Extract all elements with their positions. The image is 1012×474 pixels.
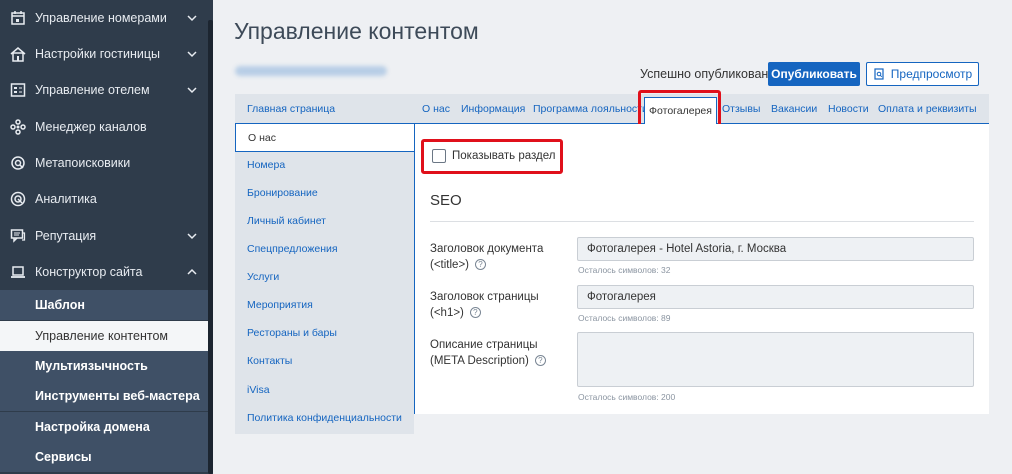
- site-url-blurred: [235, 66, 387, 76]
- sidebar-scrollbar[interactable]: [208, 20, 213, 474]
- preview-button-label: Предпросмотр: [890, 67, 973, 81]
- sidebar-item-hotel-settings[interactable]: Настройки гостиницы: [0, 36, 208, 72]
- chevron-down-icon: [187, 15, 197, 22]
- sidebar-item-label: Репутация: [35, 229, 97, 243]
- meta-description-label-line2: (META Description): [430, 355, 529, 367]
- publish-status: Успешно опубликовано: [640, 67, 776, 81]
- tab-reviews[interactable]: Отзывы: [722, 103, 760, 115]
- meta-description-hint: Осталось символов: 200: [578, 392, 676, 402]
- page-link[interactable]: Мероприятия: [247, 299, 313, 311]
- preview-button[interactable]: Предпросмотр: [866, 62, 979, 86]
- sidebar-item-label: Управление отелем: [35, 83, 150, 97]
- page-link[interactable]: Личный кабинет: [247, 215, 326, 227]
- sidebar-item-label: Настройки гостиницы: [35, 47, 160, 61]
- chevron-down-icon: [187, 233, 197, 240]
- tab-vacancies[interactable]: Вакансии: [771, 103, 817, 115]
- sidebar-subitem-multilanguage[interactable]: Мультиязычность: [0, 351, 208, 381]
- doc-title-label: Заголовок документа (<title>)?: [430, 241, 543, 273]
- chevron-down-icon: [187, 51, 197, 58]
- hotel-icon: [10, 46, 26, 62]
- page-link[interactable]: Рестораны и бары: [247, 327, 337, 339]
- publish-button[interactable]: Опубликовать: [768, 62, 860, 86]
- tab-about[interactable]: О нас: [422, 103, 450, 115]
- sidebar-item-hotel-management[interactable]: Управление отелем: [0, 72, 208, 108]
- laptop-icon: [10, 264, 26, 280]
- channels-icon: [10, 119, 26, 135]
- sidebar-item-label: Управление номерами: [35, 11, 167, 25]
- sidebar-subitem-label: Управление контентом: [35, 329, 168, 343]
- page-title-input[interactable]: Фотогалерея: [577, 285, 974, 309]
- tab-payment[interactable]: Оплата и реквизиты: [878, 103, 977, 115]
- sidebar-subitem-label: Инструменты веб-мастера: [35, 389, 200, 403]
- tab-news[interactable]: Новости: [828, 103, 869, 115]
- chat-icon: [10, 228, 26, 244]
- dashboard-icon: [10, 82, 26, 98]
- tab-loyalty[interactable]: Программа лояльности: [533, 103, 648, 115]
- sidebar-subitem-label: Настройка домена: [35, 420, 150, 434]
- meta-description-label: Описание страницы (META Description)?: [430, 337, 546, 369]
- calendar-icon: [10, 10, 26, 26]
- page-link[interactable]: Главная страница: [247, 103, 335, 115]
- page-link[interactable]: Бронирование: [247, 187, 318, 199]
- doc-title-label-line1: Заголовок документа: [430, 243, 544, 255]
- sidebar-item-site-builder[interactable]: Конструктор сайта: [0, 254, 208, 290]
- help-icon[interactable]: ?: [469, 307, 481, 319]
- sidebar-item-label: Менеджер каналов: [35, 120, 147, 134]
- chevron-down-icon: [187, 87, 197, 94]
- sidebar-subitem-webmaster-tools[interactable]: Инструменты веб-мастера: [0, 381, 208, 411]
- seo-divider: [430, 221, 974, 222]
- help-icon[interactable]: ?: [475, 259, 486, 271]
- help-icon[interactable]: ?: [534, 355, 546, 367]
- sidebar-subitem-label: Сервисы: [35, 450, 92, 464]
- page-title: Управление контентом: [234, 18, 479, 44]
- page-link[interactable]: Услуги: [247, 271, 279, 283]
- publish-button-label: Опубликовать: [771, 67, 857, 81]
- sidebar-subitem-label: Мультиязычность: [35, 359, 148, 373]
- page-link[interactable]: Контакты: [247, 355, 292, 367]
- highlight-frame-checkbox: [421, 139, 563, 174]
- page-link[interactable]: Политика конфиденциальности: [247, 412, 402, 424]
- sidebar-item-label: Аналитика: [35, 192, 97, 206]
- sidebar-item-rooms[interactable]: Управление номерами: [0, 0, 208, 36]
- sidebar-item-channel-manager[interactable]: Менеджер каналов: [0, 109, 208, 145]
- sidebar-subitem-content-management[interactable]: Управление контентом: [0, 321, 208, 351]
- page-link[interactable]: Номера: [247, 159, 285, 171]
- sidebar-item-metasearch[interactable]: Метапоисковики: [0, 145, 208, 181]
- sidebar-subitem-services[interactable]: Сервисы: [0, 442, 208, 472]
- page-title-hint: Осталось символов: 89: [578, 313, 671, 323]
- sidebar-subitem-template[interactable]: Шаблон: [0, 290, 208, 320]
- page-link[interactable]: iVisa: [247, 384, 270, 396]
- doc-title-hint: Осталось символов: 32: [578, 265, 671, 275]
- sidebar-item-label: Конструктор сайта: [35, 265, 143, 279]
- page-link[interactable]: Спецпредложения: [247, 243, 338, 255]
- tab-information[interactable]: Информация: [461, 103, 525, 115]
- pages-nav: Главная страница О нас Номера Бронирован…: [235, 94, 415, 434]
- analytics-icon: [10, 191, 26, 207]
- page-title-label-line1: Заголовок страницы: [430, 291, 539, 303]
- page-title-label-line2: (<h1>): [430, 307, 464, 319]
- page-link-active[interactable]: О нас: [235, 123, 415, 152]
- document-icon: [874, 68, 884, 80]
- page-title-label: Заголовок страницы (<h1>)?: [430, 289, 539, 321]
- page-title-input-value: Фотогалерея: [587, 291, 656, 303]
- sidebar-subitem-domain-settings[interactable]: Настройка домена: [0, 412, 208, 442]
- sidebar-item-analytics[interactable]: Аналитика: [0, 181, 208, 217]
- meta-description-label-line1: Описание страницы: [430, 339, 538, 351]
- meta-description-textarea[interactable]: [577, 332, 974, 387]
- sidebar-subitem-label: Шаблон: [35, 298, 85, 312]
- doc-title-input[interactable]: Фотогалерея - Hotel Astoria, г. Москва: [577, 237, 974, 261]
- sidebar-item-reputation[interactable]: Репутация: [0, 218, 208, 254]
- search-icon: [10, 155, 26, 171]
- chevron-up-icon: [187, 268, 197, 275]
- doc-title-label-line2: (<title>): [430, 259, 469, 271]
- sidebar-item-label: Метапоисковики: [35, 156, 131, 170]
- doc-title-input-value: Фотогалерея - Hotel Astoria, г. Москва: [587, 243, 787, 255]
- sidebar: Управление номерами Настройки гостиницы …: [0, 0, 213, 474]
- seo-heading: SEO: [430, 192, 462, 209]
